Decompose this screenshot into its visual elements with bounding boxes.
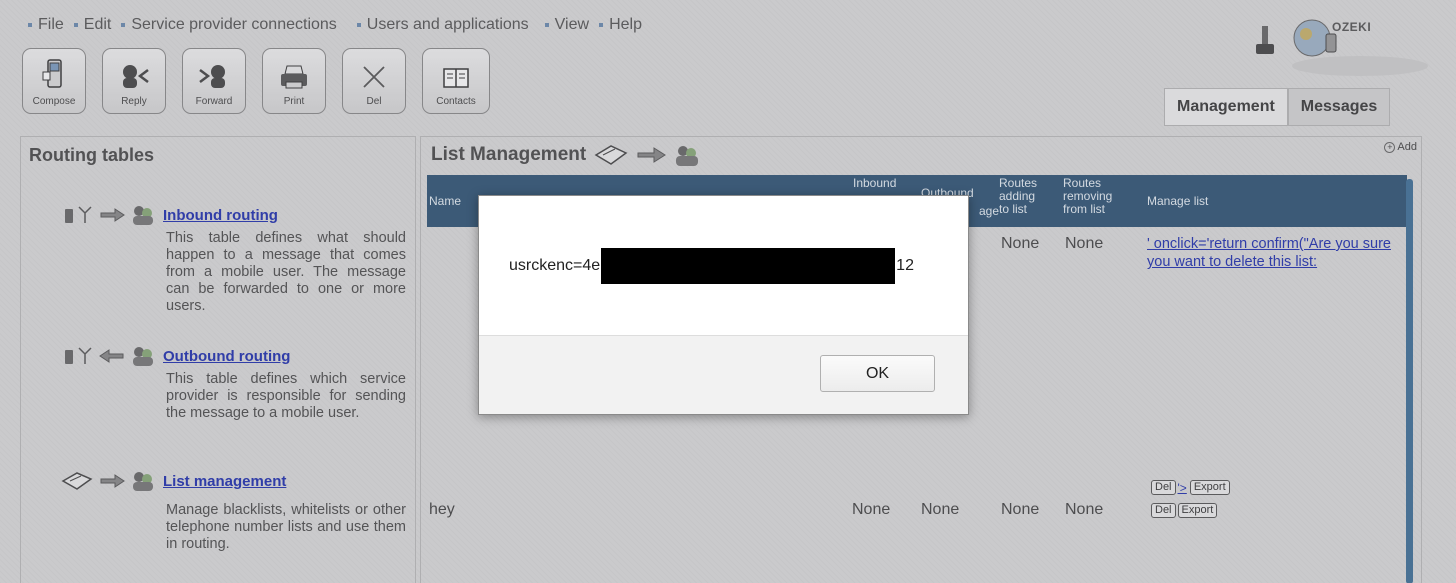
dialog-footer: OK [479,335,968,414]
dialog-message-prefix: usrckenc=4e [509,256,601,274]
ok-button[interactable]: OK [820,355,935,392]
alert-dialog: usrckenc=4e 12 OK [478,195,969,415]
redaction-bar [601,247,896,284]
app-window: File Edit Service provider connections U… [0,0,1456,583]
dialog-message: usrckenc=4e 12 [479,196,968,335]
dialog-message-suffix: 12 [896,256,914,274]
